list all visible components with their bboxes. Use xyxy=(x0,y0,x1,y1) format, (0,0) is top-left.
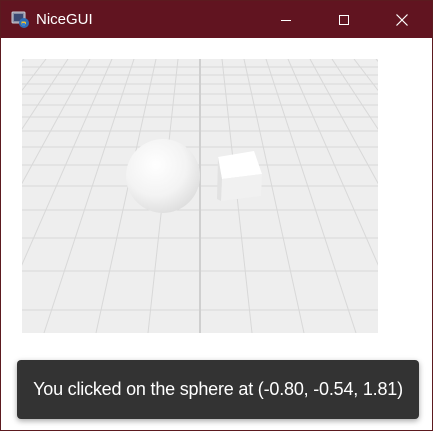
window-title: NiceGUI xyxy=(36,11,93,28)
page-content: You clicked on the sphere at (-0.80, -0.… xyxy=(1,38,432,430)
minimize-button[interactable] xyxy=(263,1,309,38)
minimize-icon xyxy=(281,19,291,21)
close-button[interactable] xyxy=(379,1,425,38)
maximize-icon xyxy=(339,14,349,25)
maximize-button[interactable] xyxy=(321,1,367,38)
nicegui-app-icon xyxy=(11,11,29,28)
scene-canvas[interactable] xyxy=(1,58,432,334)
notification-message: You clicked on the sphere at (-0.80, -0.… xyxy=(33,379,403,399)
notification-toast: You clicked on the sphere at (-0.80, -0.… xyxy=(17,360,419,419)
sphere[interactable] xyxy=(126,139,200,213)
3d-scene[interactable] xyxy=(1,58,432,334)
title-bar[interactable]: NiceGUI xyxy=(1,1,432,38)
close-icon xyxy=(396,13,408,26)
app-window: NiceGUI You clicked on the sphere at (-0… xyxy=(0,0,433,431)
box[interactable] xyxy=(217,151,262,201)
